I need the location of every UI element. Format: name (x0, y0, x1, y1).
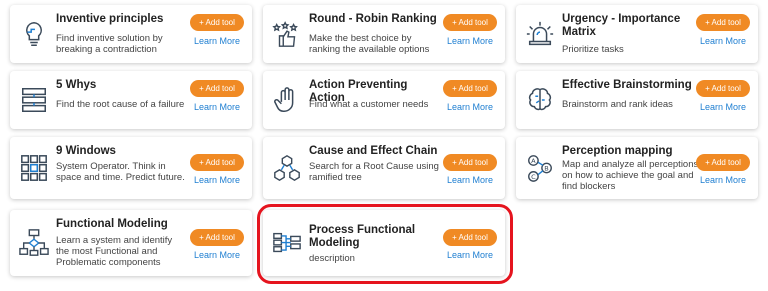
card-title: Perception mapping (562, 145, 673, 157)
grid-nine-icon (18, 152, 50, 184)
add-tool-button[interactable]: + Add tool (696, 154, 750, 171)
tool-card-9-windows: 9 Windows System Operator. Think in spac… (10, 137, 252, 199)
svg-text:B: B (544, 164, 549, 172)
card-title: Inventive principles (56, 13, 164, 25)
tool-card-urgency-importance-matrix: Urgency - Importance Matrix Prioritize t… (516, 5, 758, 63)
stars-thumbs-up-icon (271, 18, 303, 50)
card-title: Cause and Effect Chain (309, 145, 438, 157)
tool-card-functional-modeling: Functional Modeling Learn a system and i… (10, 210, 252, 276)
learn-more-link[interactable]: Learn More (696, 175, 750, 185)
card-title: Functional Modeling (56, 218, 168, 230)
card-title: 9 Windows (56, 145, 116, 157)
card-description: Find what a customer needs (309, 99, 429, 110)
siren-icon (524, 18, 556, 50)
tool-card-cause-and-effect-chain: Cause and Effect Chain Search for a Root… (263, 137, 505, 199)
add-tool-button[interactable]: + Add tool (443, 14, 497, 31)
svg-text:C: C (531, 173, 536, 181)
add-tool-button[interactable]: + Add tool (190, 154, 244, 171)
learn-more-link[interactable]: Learn More (443, 102, 497, 112)
add-tool-button[interactable]: + Add tool (696, 80, 750, 97)
add-tool-button[interactable]: + Add tool (443, 154, 497, 171)
card-description: Map and analyze all perceptions on how t… (562, 159, 699, 192)
add-tool-button[interactable]: + Add tool (190, 80, 244, 97)
tool-card-round-robin-ranking: Round - Robin Ranking Make the best choi… (263, 5, 505, 63)
tool-card-perception-mapping: ABC Perception mapping Map and analyze a… (516, 137, 758, 199)
learn-more-link[interactable]: Learn More (190, 102, 244, 112)
learn-more-link[interactable]: Learn More (696, 102, 750, 112)
card-title: Urgency - Importance Matrix (562, 13, 681, 38)
tool-card-action-preventing-action: Action Preventing Action Find what a cus… (263, 71, 505, 129)
card-description: Prioritize tasks (562, 44, 624, 55)
learn-more-link[interactable]: Learn More (443, 36, 497, 46)
svg-text:A: A (531, 157, 536, 165)
card-description: Brainstorm and rank ideas (562, 99, 673, 110)
highlight-outline (257, 204, 513, 284)
card-description: Find the root cause of a failure (56, 99, 185, 110)
card-title: Round - Robin Ranking (309, 13, 437, 25)
add-tool-button[interactable]: + Add tool (190, 229, 244, 246)
tool-card-effective-brainstorming: Effective Brainstorming Brainstorm and r… (516, 71, 758, 129)
card-description: System Operator. Think in space and time… (56, 161, 185, 183)
card-description: Make the best choice by ranking the avai… (309, 33, 430, 55)
add-tool-button[interactable]: + Add tool (443, 80, 497, 97)
card-description: Search for a Root Cause using ramified t… (309, 161, 439, 183)
tool-card-5-whys: 5 Whys Find the root cause of a failure … (10, 71, 252, 129)
cubes-tree-icon (271, 152, 303, 184)
stacked-layers-icon (18, 84, 50, 116)
learn-more-link[interactable]: Learn More (190, 175, 244, 185)
learn-more-link[interactable]: Learn More (190, 250, 244, 260)
flowchart-icon (18, 227, 50, 259)
card-title: Effective Brainstorming (562, 79, 692, 91)
card-description: Learn a system and identify the most Fun… (56, 235, 173, 268)
learn-more-link[interactable]: Learn More (190, 36, 244, 46)
brain-icon (524, 84, 556, 116)
add-tool-button[interactable]: + Add tool (190, 14, 244, 31)
tool-card-inventive-principles: Inventive principles Find inventive solu… (10, 5, 252, 63)
learn-more-link[interactable]: Learn More (443, 175, 497, 185)
raised-hand-icon (271, 84, 303, 116)
abc-nodes-icon: ABC (524, 152, 556, 184)
learn-more-link[interactable]: Learn More (696, 36, 750, 46)
card-description: Find inventive solution by breaking a co… (56, 33, 163, 55)
add-tool-button[interactable]: + Add tool (696, 14, 750, 31)
lightbulb-puzzle-icon (18, 18, 50, 50)
card-title: 5 Whys (56, 79, 97, 91)
